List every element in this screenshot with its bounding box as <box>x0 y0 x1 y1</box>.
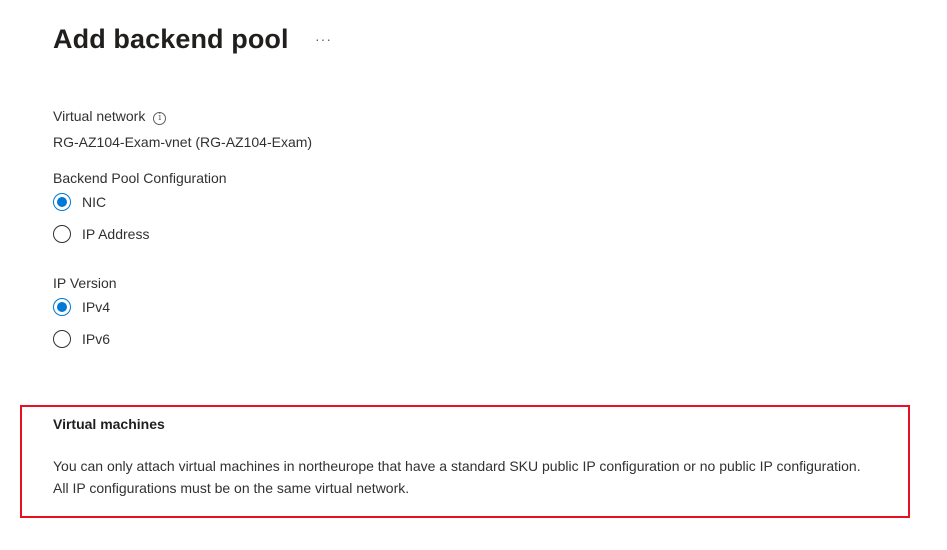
page-title: Add backend pool <box>53 24 289 54</box>
radio-label-nic: NIC <box>82 194 107 210</box>
radio-option-ipv4[interactable]: IPv4 <box>53 298 110 316</box>
ip-version-label: IP Version <box>53 275 117 291</box>
radio-checked-icon[interactable] <box>53 193 71 211</box>
radio-option-ipv6[interactable]: IPv6 <box>53 330 110 348</box>
virtual-network-label-row: Virtual network i <box>53 108 167 125</box>
virtual-network-value: RG-AZ104-Exam-vnet (RG-AZ104-Exam) <box>53 134 313 150</box>
info-icon[interactable]: i <box>153 112 167 125</box>
backend-pool-config-label: Backend Pool Configuration <box>53 170 227 186</box>
radio-option-ip-address[interactable]: IP Address <box>53 225 149 243</box>
virtual-machines-description: You can only attach virtual machines in … <box>53 458 861 496</box>
radio-label-ipv4: IPv4 <box>82 299 111 315</box>
radio-label-ipv6: IPv6 <box>82 331 111 347</box>
virtual-network-label: Virtual network <box>53 108 146 124</box>
virtual-machines-title: Virtual machines <box>53 416 165 432</box>
radio-unchecked-icon[interactable] <box>53 330 71 348</box>
more-options-icon[interactable]: ··· <box>315 31 332 47</box>
radio-unchecked-icon[interactable] <box>53 225 71 243</box>
radio-option-nic[interactable]: NIC <box>53 193 106 211</box>
radio-checked-icon[interactable] <box>53 298 71 316</box>
radio-label-ip-address: IP Address <box>82 226 150 242</box>
